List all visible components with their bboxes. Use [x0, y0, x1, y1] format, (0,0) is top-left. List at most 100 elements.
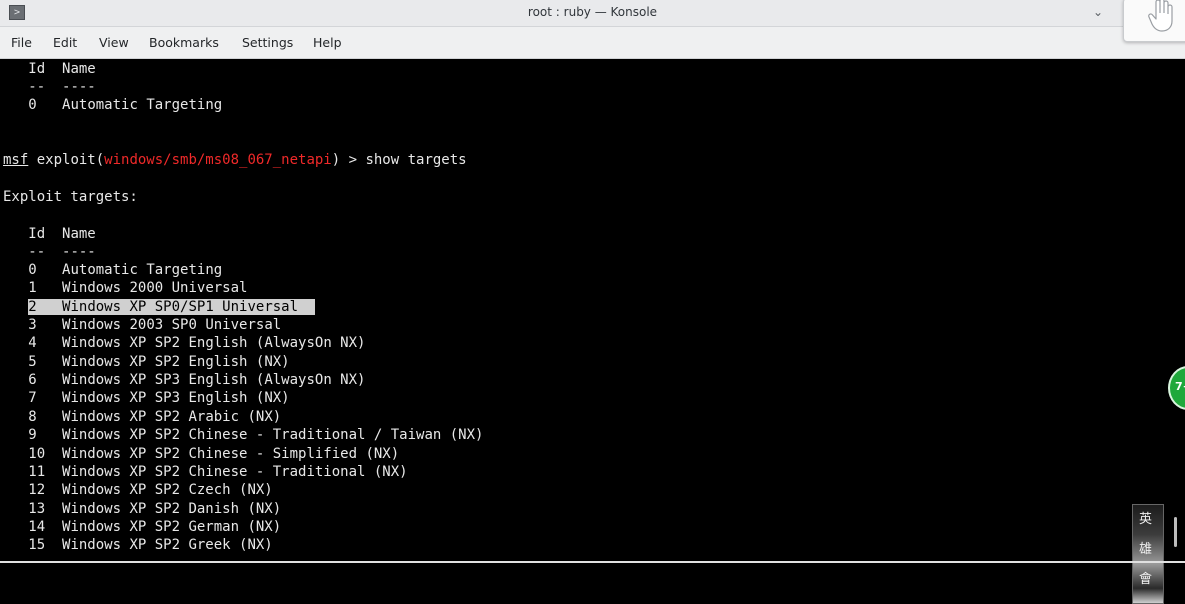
target-id: 15 — [28, 537, 46, 553]
prev-table-header: Id Name — [3, 60, 96, 78]
terminal-output[interactable]: Id Name -- ---- 0 Automatic Targeting ms… — [0, 59, 1185, 604]
badge-label: 7+ — [1175, 380, 1185, 393]
target-id: 4 — [28, 335, 37, 351]
side-decorative-image: 英 雄 會 — [1132, 504, 1164, 604]
target-row: 12 Windows XP SP2 Czech (NX) — [3, 481, 272, 499]
exploit-targets-title: Exploit targets: — [3, 189, 138, 205]
menu-bar: File Edit View Bookmarks Settings Help — [0, 27, 1185, 59]
target-row: 14 Windows XP SP2 German (NX) — [3, 518, 281, 536]
id-column-rule: -- — [28, 79, 46, 95]
hand-cursor-icon — [1148, 0, 1173, 32]
touch-hand-popup — [1123, 0, 1185, 42]
target-name: Windows XP SP3 English (NX) — [62, 390, 290, 406]
side-image-char: 英 — [1139, 512, 1153, 527]
target-name: Windows XP SP2 Danish (NX) — [62, 501, 282, 517]
target-id: 1 — [28, 280, 37, 296]
target-row-content: 13 Windows XP SP2 Danish (NX) — [28, 501, 281, 517]
window-titlebar[interactable]: > root : ruby — Konsole ⌄ — [0, 0, 1185, 27]
target-row-content: 1 Windows 2000 Universal — [28, 280, 247, 296]
target-name: Windows XP SP0/SP1 Universal — [62, 299, 299, 315]
target-id: 13 — [28, 501, 46, 517]
target-row: 4 Windows XP SP2 English (AlwaysOn NX) — [3, 334, 365, 352]
target-row-content: 15 Windows XP SP2 Greek (NX) — [28, 537, 272, 553]
prev-table-rule: -- ---- — [3, 78, 96, 96]
target-name: Windows XP SP2 German (NX) — [62, 519, 282, 535]
floating-green-badge[interactable]: 7+ — [1168, 366, 1185, 410]
menu-edit[interactable]: Edit — [53, 35, 77, 50]
menu-help[interactable]: Help — [313, 35, 342, 50]
target-row-content: 8 Windows XP SP2 Arabic (NX) — [28, 409, 281, 425]
name-column-rule: ---- — [62, 79, 96, 95]
target-row: 13 Windows XP SP2 Danish (NX) — [3, 500, 281, 518]
target-id: 14 — [28, 519, 46, 535]
target-id: 12 — [28, 482, 46, 498]
target-row-content: 3 Windows 2003 SP0 Universal — [28, 317, 281, 333]
target-id: 6 — [28, 372, 37, 388]
terminal-scrollbar-thumb[interactable] — [1174, 517, 1177, 547]
target-id: 0 — [28, 262, 37, 278]
target-name: Windows XP SP2 Czech (NX) — [62, 482, 273, 498]
target-name: Automatic Targeting — [62, 262, 223, 278]
menu-settings[interactable]: Settings — [242, 35, 293, 50]
window-title: root : ruby — Konsole — [527, 5, 658, 19]
target-row-content: 6 Windows XP SP3 English (AlwaysOn NX) — [28, 372, 365, 388]
target-id: 3 — [28, 317, 37, 333]
target-id: 9 — [28, 427, 37, 443]
target-id: 11 — [28, 464, 46, 480]
target-row: 2 Windows XP SP0/SP1 Universal — [3, 298, 315, 316]
side-image-char: 雄 — [1139, 542, 1153, 557]
target-name: Windows 2003 SP0 Universal — [62, 317, 282, 333]
target-row-content: 11 Windows XP SP2 Chinese - Traditional … — [28, 464, 407, 480]
target-name: Windows 2000 Universal — [62, 280, 248, 296]
prompt-prefix: exploit( — [28, 152, 105, 168]
target-row: 0 Automatic Targeting — [3, 261, 222, 279]
target-row: 6 Windows XP SP3 English (AlwaysOn NX) — [3, 371, 365, 389]
target-name: Windows XP SP2 English (NX) — [62, 354, 290, 370]
target-name: Windows XP SP2 English (AlwaysOn NX) — [62, 335, 366, 351]
target-row: 3 Windows 2003 SP0 Universal — [3, 316, 281, 334]
target-row: 5 Windows XP SP2 English (NX) — [3, 353, 289, 371]
target-row: 1 Windows 2000 Universal — [3, 279, 247, 297]
name-column-rule: ---- — [62, 244, 96, 260]
target-row: 9 Windows XP SP2 Chinese - Traditional /… — [3, 426, 483, 444]
target-name: Windows XP SP2 Chinese - Traditional (NX… — [62, 464, 408, 480]
targets-table-header: Id Name — [3, 225, 96, 243]
menu-bookmarks[interactable]: Bookmarks — [149, 35, 219, 50]
target-row-content: 14 Windows XP SP2 German (NX) — [28, 519, 281, 535]
menu-file[interactable]: File — [11, 35, 32, 50]
target-name: Windows XP SP2 Chinese - Simplified (NX) — [62, 446, 400, 462]
msf-prompt: msf — [3, 152, 29, 168]
target-row-content: 4 Windows XP SP2 English (AlwaysOn NX) — [28, 335, 365, 351]
id-column-header: Id — [28, 226, 46, 242]
id-column-rule: -- — [28, 244, 46, 260]
target-row-content: 5 Windows XP SP2 English (NX) — [28, 354, 289, 370]
name-column-header: Name — [62, 61, 96, 77]
side-image-char: 會 — [1139, 572, 1153, 587]
target-name: Windows XP SP2 Greek (NX) — [62, 537, 273, 553]
target-name: Windows XP SP2 Chinese - Traditional / T… — [62, 427, 484, 443]
target-row: 11 Windows XP SP2 Chinese - Traditional … — [3, 463, 407, 481]
prompt-suffix: ) > — [331, 152, 366, 168]
selected-target-row: 2 Windows XP SP0/SP1 Universal — [28, 299, 315, 315]
target-row-content: 12 Windows XP SP2 Czech (NX) — [28, 482, 272, 498]
target-row: 10 Windows XP SP2 Chinese - Simplified (… — [3, 445, 399, 463]
target-row: 15 Windows XP SP2 Greek (NX) — [3, 536, 272, 554]
target-row: 7 Windows XP SP3 English (NX) — [3, 389, 290, 407]
target-name: Windows XP SP3 English (AlwaysOn NX) — [62, 372, 366, 388]
target-id: 7 — [28, 390, 37, 406]
target-name: Windows XP SP2 Arabic (NX) — [62, 409, 282, 425]
entered-command: show targets — [365, 152, 467, 168]
minimize-icon[interactable]: ⌄ — [1089, 3, 1107, 21]
menu-view[interactable]: View — [99, 35, 129, 50]
target-row-content: 0 Automatic Targeting — [28, 262, 222, 278]
name-column-header: Name — [62, 226, 96, 242]
targets-table-rule: -- ---- — [3, 243, 96, 261]
id-column-header: Id — [28, 61, 46, 77]
target-id: 10 — [28, 446, 46, 462]
target-id: 0 — [28, 97, 37, 113]
target-name: Automatic Targeting — [62, 97, 223, 113]
target-id: 5 — [28, 354, 37, 370]
target-row-content: 10 Windows XP SP2 Chinese - Simplified (… — [28, 446, 399, 462]
target-row: 8 Windows XP SP2 Arabic (NX) — [3, 408, 281, 426]
prev-target-row: 0 Automatic Targeting — [3, 96, 222, 114]
